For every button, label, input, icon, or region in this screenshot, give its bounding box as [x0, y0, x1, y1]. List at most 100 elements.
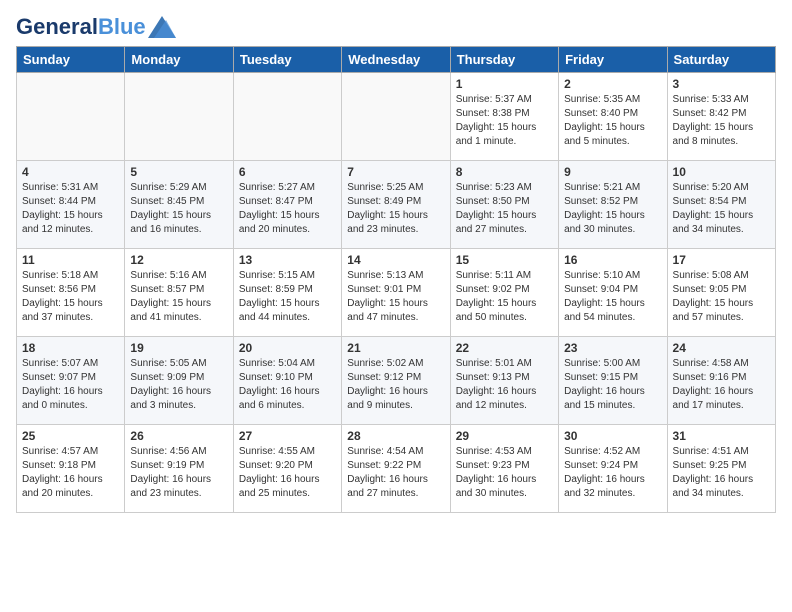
- weekday-header: Monday: [125, 47, 233, 73]
- day-info: Sunrise: 5:05 AM Sunset: 9:09 PM Dayligh…: [130, 357, 227, 413]
- calendar-cell: 4 Sunrise: 5:31 AM Sunset: 8:44 PM Daylig…: [17, 161, 125, 249]
- day-number: 11: [22, 253, 119, 267]
- page-header: GeneralBlue: [16, 16, 776, 38]
- calendar-cell: 11 Sunrise: 5:18 AM Sunset: 8:56 PM Dayli…: [17, 249, 125, 337]
- day-number: 21: [347, 341, 444, 355]
- calendar-cell: [17, 73, 125, 161]
- calendar-cell: [342, 73, 450, 161]
- day-number: 23: [564, 341, 661, 355]
- weekday-header: Sunday: [17, 47, 125, 73]
- day-info: Sunrise: 5:16 AM Sunset: 8:57 PM Dayligh…: [130, 269, 227, 325]
- day-number: 29: [456, 429, 553, 443]
- day-info: Sunrise: 5:25 AM Sunset: 8:49 PM Dayligh…: [347, 181, 444, 237]
- day-number: 27: [239, 429, 336, 443]
- day-number: 10: [673, 165, 770, 179]
- calendar-cell: 24 Sunrise: 4:58 AM Sunset: 9:16 PM Dayli…: [667, 337, 775, 425]
- day-info: Sunrise: 5:23 AM Sunset: 8:50 PM Dayligh…: [456, 181, 553, 237]
- weekday-header: Thursday: [450, 47, 558, 73]
- calendar-cell: 30 Sunrise: 4:52 AM Sunset: 9:24 PM Dayli…: [559, 425, 667, 513]
- day-info: Sunrise: 4:55 AM Sunset: 9:20 PM Dayligh…: [239, 445, 336, 501]
- day-info: Sunrise: 4:56 AM Sunset: 9:19 PM Dayligh…: [130, 445, 227, 501]
- calendar-cell: 20 Sunrise: 5:04 AM Sunset: 9:10 PM Dayli…: [233, 337, 341, 425]
- calendar-cell: 25 Sunrise: 4:57 AM Sunset: 9:18 PM Dayli…: [17, 425, 125, 513]
- day-number: 4: [22, 165, 119, 179]
- day-info: Sunrise: 5:07 AM Sunset: 9:07 PM Dayligh…: [22, 357, 119, 413]
- day-info: Sunrise: 5:04 AM Sunset: 9:10 PM Dayligh…: [239, 357, 336, 413]
- day-number: 13: [239, 253, 336, 267]
- day-number: 8: [456, 165, 553, 179]
- logo-icon: [148, 16, 176, 38]
- calendar-cell: 21 Sunrise: 5:02 AM Sunset: 9:12 PM Dayli…: [342, 337, 450, 425]
- logo: GeneralBlue: [16, 16, 176, 38]
- calendar-week: 25 Sunrise: 4:57 AM Sunset: 9:18 PM Dayli…: [17, 425, 776, 513]
- weekday-header: Tuesday: [233, 47, 341, 73]
- day-info: Sunrise: 5:35 AM Sunset: 8:40 PM Dayligh…: [564, 93, 661, 149]
- calendar-cell: 31 Sunrise: 4:51 AM Sunset: 9:25 PM Dayli…: [667, 425, 775, 513]
- calendar-cell: 19 Sunrise: 5:05 AM Sunset: 9:09 PM Dayli…: [125, 337, 233, 425]
- calendar-cell: 22 Sunrise: 5:01 AM Sunset: 9:13 PM Dayli…: [450, 337, 558, 425]
- day-number: 6: [239, 165, 336, 179]
- calendar-cell: 9 Sunrise: 5:21 AM Sunset: 8:52 PM Daylig…: [559, 161, 667, 249]
- day-number: 22: [456, 341, 553, 355]
- day-info: Sunrise: 4:58 AM Sunset: 9:16 PM Dayligh…: [673, 357, 770, 413]
- day-number: 12: [130, 253, 227, 267]
- day-info: Sunrise: 4:54 AM Sunset: 9:22 PM Dayligh…: [347, 445, 444, 501]
- weekday-header: Saturday: [667, 47, 775, 73]
- day-number: 3: [673, 77, 770, 91]
- day-info: Sunrise: 5:10 AM Sunset: 9:04 PM Dayligh…: [564, 269, 661, 325]
- calendar-cell: 16 Sunrise: 5:10 AM Sunset: 9:04 PM Dayli…: [559, 249, 667, 337]
- day-number: 24: [673, 341, 770, 355]
- day-number: 14: [347, 253, 444, 267]
- day-number: 15: [456, 253, 553, 267]
- calendar-cell: [233, 73, 341, 161]
- logo-text: GeneralBlue: [16, 16, 146, 38]
- day-info: Sunrise: 5:37 AM Sunset: 8:38 PM Dayligh…: [456, 93, 553, 149]
- day-info: Sunrise: 5:11 AM Sunset: 9:02 PM Dayligh…: [456, 269, 553, 325]
- calendar-cell: 10Sunrise: 5:20 AM Sunset: 8:54 PM Dayli…: [667, 161, 775, 249]
- calendar-cell: 8 Sunrise: 5:23 AM Sunset: 8:50 PM Daylig…: [450, 161, 558, 249]
- day-info: Sunrise: 5:02 AM Sunset: 9:12 PM Dayligh…: [347, 357, 444, 413]
- calendar-week: 11 Sunrise: 5:18 AM Sunset: 8:56 PM Dayli…: [17, 249, 776, 337]
- day-info: Sunrise: 5:29 AM Sunset: 8:45 PM Dayligh…: [130, 181, 227, 237]
- calendar-cell: 5Sunrise: 5:29 AM Sunset: 8:45 PM Daylig…: [125, 161, 233, 249]
- calendar-cell: 15 Sunrise: 5:11 AM Sunset: 9:02 PM Dayli…: [450, 249, 558, 337]
- day-number: 19: [130, 341, 227, 355]
- day-number: 9: [564, 165, 661, 179]
- calendar-cell: 14Sunrise: 5:13 AM Sunset: 9:01 PM Dayli…: [342, 249, 450, 337]
- calendar-week: 18 Sunrise: 5:07 AM Sunset: 9:07 PM Dayli…: [17, 337, 776, 425]
- day-info: Sunrise: 5:21 AM Sunset: 8:52 PM Dayligh…: [564, 181, 661, 237]
- day-info: Sunrise: 5:31 AM Sunset: 8:44 PM Dayligh…: [22, 181, 119, 237]
- day-number: 31: [673, 429, 770, 443]
- day-number: 26: [130, 429, 227, 443]
- day-number: 17: [673, 253, 770, 267]
- day-info: Sunrise: 5:33 AM Sunset: 8:42 PM Dayligh…: [673, 93, 770, 149]
- day-number: 18: [22, 341, 119, 355]
- day-number: 25: [22, 429, 119, 443]
- day-info: Sunrise: 5:18 AM Sunset: 8:56 PM Dayligh…: [22, 269, 119, 325]
- day-number: 1: [456, 77, 553, 91]
- calendar-cell: 1 Sunrise: 5:37 AM Sunset: 8:38 PM Daylig…: [450, 73, 558, 161]
- calendar-cell: 17 Sunrise: 5:08 AM Sunset: 9:05 PM Dayli…: [667, 249, 775, 337]
- day-info: Sunrise: 4:57 AM Sunset: 9:18 PM Dayligh…: [22, 445, 119, 501]
- day-info: Sunrise: 4:51 AM Sunset: 9:25 PM Dayligh…: [673, 445, 770, 501]
- day-number: 20: [239, 341, 336, 355]
- calendar-cell: 12 Sunrise: 5:16 AM Sunset: 8:57 PM Dayli…: [125, 249, 233, 337]
- calendar-cell: 28Sunrise: 4:54 AM Sunset: 9:22 PM Dayli…: [342, 425, 450, 513]
- day-number: 7: [347, 165, 444, 179]
- day-info: Sunrise: 5:01 AM Sunset: 9:13 PM Dayligh…: [456, 357, 553, 413]
- day-info: Sunrise: 4:52 AM Sunset: 9:24 PM Dayligh…: [564, 445, 661, 501]
- weekday-header: Friday: [559, 47, 667, 73]
- calendar-week: 4 Sunrise: 5:31 AM Sunset: 8:44 PM Daylig…: [17, 161, 776, 249]
- day-info: Sunrise: 5:15 AM Sunset: 8:59 PM Dayligh…: [239, 269, 336, 325]
- calendar-week: 1 Sunrise: 5:37 AM Sunset: 8:38 PM Daylig…: [17, 73, 776, 161]
- day-info: Sunrise: 5:08 AM Sunset: 9:05 PM Dayligh…: [673, 269, 770, 325]
- calendar-cell: 29Sunrise: 4:53 AM Sunset: 9:23 PM Dayli…: [450, 425, 558, 513]
- calendar-table: SundayMondayTuesdayWednesdayThursdayFrid…: [16, 46, 776, 513]
- day-number: 30: [564, 429, 661, 443]
- calendar-cell: 27 Sunrise: 4:55 AM Sunset: 9:20 PM Dayli…: [233, 425, 341, 513]
- day-info: Sunrise: 5:27 AM Sunset: 8:47 PM Dayligh…: [239, 181, 336, 237]
- calendar-cell: 26 Sunrise: 4:56 AM Sunset: 9:19 PM Dayli…: [125, 425, 233, 513]
- day-number: 16: [564, 253, 661, 267]
- calendar-cell: 7 Sunrise: 5:25 AM Sunset: 8:49 PM Daylig…: [342, 161, 450, 249]
- calendar-cell: 3 Sunrise: 5:33 AM Sunset: 8:42 PM Daylig…: [667, 73, 775, 161]
